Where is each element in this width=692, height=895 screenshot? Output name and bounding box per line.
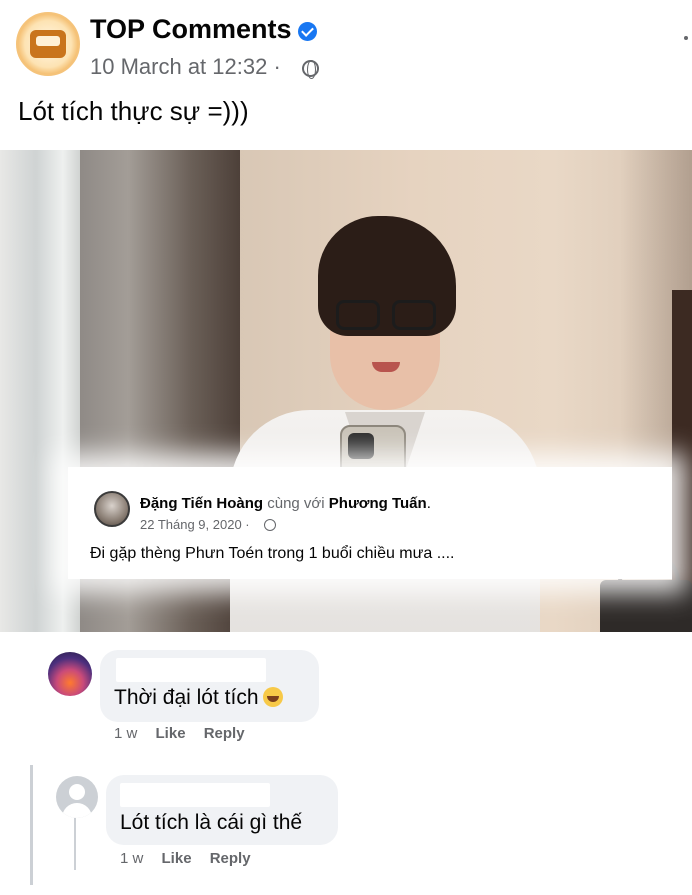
redacted-commenter-name [120,783,270,807]
like-button[interactable]: Like [156,725,186,742]
embedded-tagged-name: Phương Tuấn [328,495,427,512]
comment-actions: 1 w Like Reply [120,850,265,867]
globe-icon [302,60,319,79]
bag [600,580,692,632]
page-avatar[interactable] [16,12,80,76]
comment-time[interactable]: 1 w [120,850,143,867]
rolling-laughing-emoji-icon [262,687,283,707]
page-name[interactable]: TOP Comments [90,14,292,45]
embedded-post-card: Đặng Tiến Hoàng cùng với Phương Tuấn. 22… [68,467,672,579]
embedded-author-name: Đặng Tiến Hoàng [140,495,264,512]
embedded-author-avatar [94,491,130,527]
comment-bubble: Lót tích là cái gì thế [106,775,338,845]
glasses [336,300,436,332]
redacted-commenter-name [116,658,266,682]
comment-time[interactable]: 1 w [114,725,137,742]
embedded-post-text: Đi gặp thèng Phưn Toén trong 1 buổi chiề… [90,545,455,562]
thread-connector [74,818,76,870]
reply-button[interactable]: Reply [204,725,245,742]
comment-text: Lót tích là cái gì thế [120,811,303,834]
globe-icon [264,519,276,531]
default-avatar[interactable] [56,776,98,818]
thread-line [30,765,33,885]
post-text: Lót tích thực sự =))) [18,96,249,126]
reply-button[interactable]: Reply [210,850,251,867]
commenter-avatar[interactable] [48,652,92,696]
comment-text: Thời đại lót tích [114,686,283,710]
post-timestamp[interactable]: 10 March at 12:32 · [90,54,281,80]
embedded-with-text: cùng với [267,495,325,512]
post-header: TOP Comments 10 March at 12:32 · [12,10,688,82]
post-photo[interactable]: Đặng Tiến Hoàng cùng với Phương Tuấn. 22… [0,150,692,632]
like-button[interactable]: Like [162,850,192,867]
comment-actions: 1 w Like Reply [114,725,259,742]
verified-badge-icon [298,22,317,41]
embedded-post-date: 22 Tháng 9, 2020 · [140,517,250,532]
comment-bubble: Thời đại lót tích [100,650,319,722]
more-options-icon[interactable] [684,36,688,40]
embedded-post-header: Đặng Tiến Hoàng cùng với Phương Tuấn. [140,495,431,512]
